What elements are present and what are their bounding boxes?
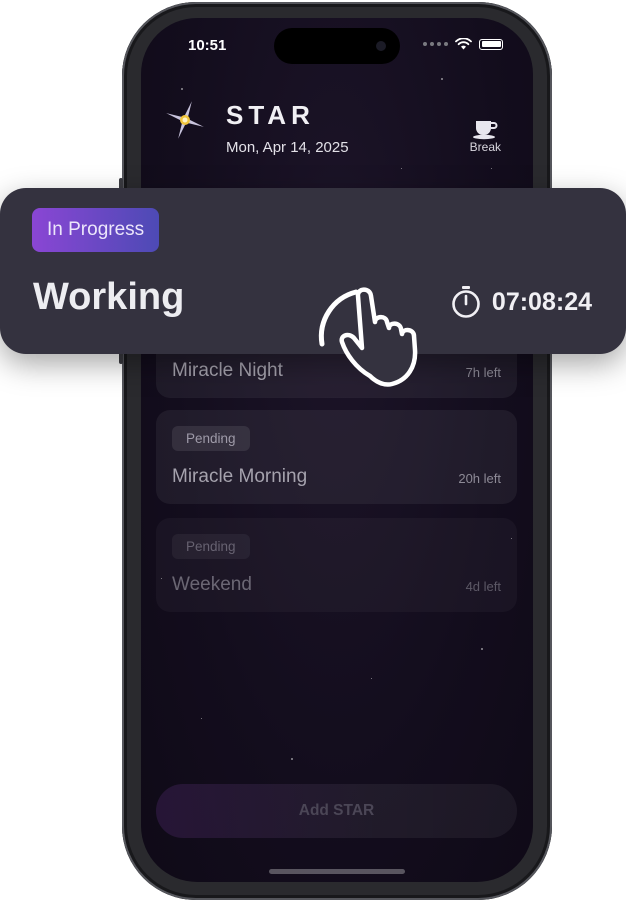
status-icons	[423, 38, 503, 50]
app-screen: 10:51 STAR Mon, Apr 14, 2025 Break Mirac…	[141, 18, 533, 882]
task-card[interactable]: Pending Weekend 4d left	[156, 518, 517, 612]
tap-hand-icon	[318, 287, 418, 387]
task-title: Miracle Night	[172, 360, 283, 381]
cellular-signal-icon	[423, 42, 448, 46]
status-badge: Pending	[172, 426, 250, 451]
status-time: 10:51	[188, 37, 227, 54]
task-time-left: 20h left	[458, 471, 501, 486]
task-title: Weekend	[172, 574, 252, 595]
task-time-left: 7h left	[465, 365, 501, 380]
task-timer: 07:08:24	[450, 285, 592, 319]
task-time-left: 4d left	[465, 579, 501, 594]
stopwatch-icon	[452, 286, 480, 318]
timer-value: 07:08:24	[491, 287, 592, 316]
battery-icon	[479, 38, 503, 50]
home-indicator[interactable]	[269, 869, 405, 874]
break-button[interactable]: Break	[470, 118, 501, 154]
add-star-button[interactable]: Add STAR	[156, 784, 517, 838]
break-button-label: Break	[469, 140, 501, 154]
status-badge: Pending	[172, 534, 250, 559]
active-task-title: Working	[33, 276, 185, 318]
app-title: STAR	[226, 100, 315, 130]
in-progress-badge: In Progress	[32, 208, 160, 252]
current-date: Mon, Apr 14, 2025	[226, 139, 349, 156]
star-logo-icon	[166, 101, 204, 139]
task-title: Miracle Morning	[172, 466, 308, 487]
coffee-cup-icon	[473, 121, 498, 140]
task-card[interactable]: Pending Miracle Morning 20h left	[156, 410, 517, 504]
dynamic-island	[274, 28, 400, 64]
wifi-icon	[455, 38, 472, 50]
